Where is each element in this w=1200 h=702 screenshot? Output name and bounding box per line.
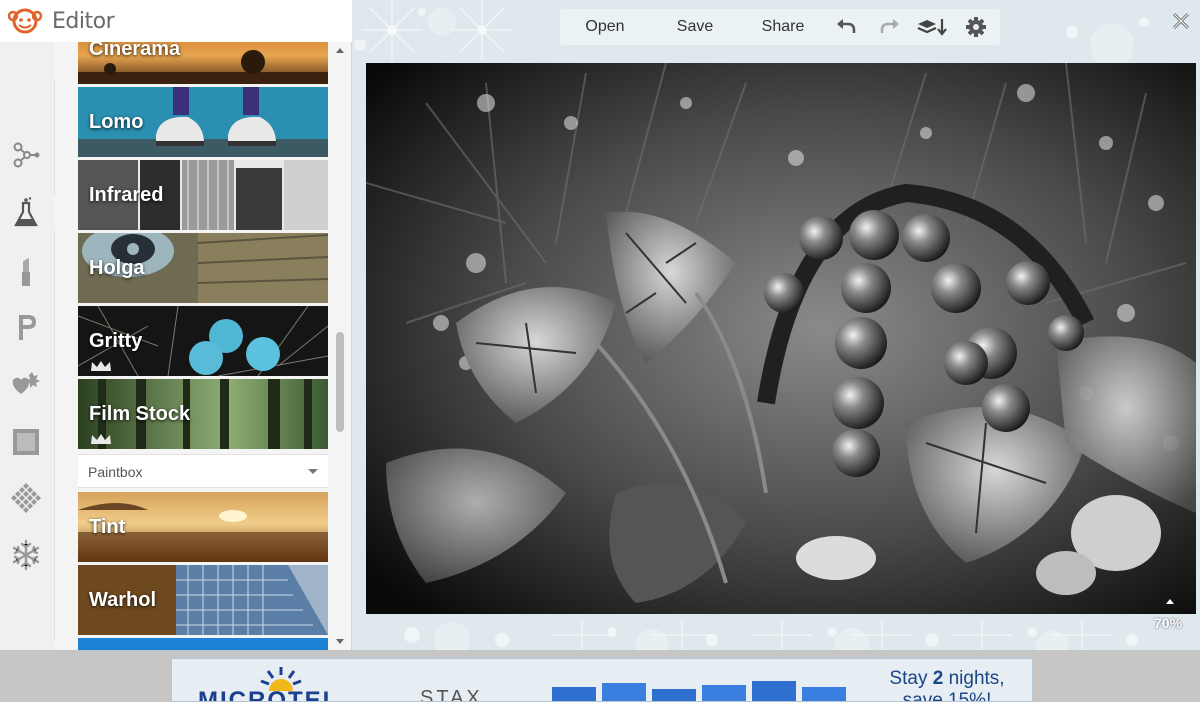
effects-scrollbar[interactable]: [333, 42, 347, 650]
effect-warhol[interactable]: Warhol: [78, 565, 328, 635]
tool-effects[interactable]: [6, 194, 46, 234]
effect-gritty[interactable]: Gritty: [78, 306, 328, 376]
effect-label: Tint: [89, 516, 126, 538]
effect-label: Gritty: [89, 330, 143, 352]
text-p-icon: [19, 315, 36, 340]
effect-thumbnail: [78, 638, 328, 650]
effect-cinerama[interactable]: Cinerama: [78, 42, 328, 84]
scroll-down-arrow-icon[interactable]: [336, 639, 344, 644]
section-header-paintbox[interactable]: Paintbox: [78, 454, 328, 488]
effects-list: Cinerama Lomo Infrared Holga Gritty Film…: [78, 42, 328, 650]
effect-infrared[interactable]: Infrared: [78, 160, 328, 230]
active-tool-pointer: [54, 195, 66, 231]
premium-crown-icon: [91, 434, 111, 444]
top-toolbar: Open Save Share: [560, 9, 1000, 45]
premium-crown-icon: [91, 361, 111, 371]
ad-bar: MICROTEL STAX Stay 2 nights, save 15%!: [0, 650, 1200, 702]
tool-stickers[interactable]: [6, 364, 46, 404]
ad-offer-post: nights,: [943, 668, 1005, 689]
close-icon[interactable]: [1170, 10, 1192, 32]
effect-next-partial[interactable]: [78, 638, 328, 650]
ad-offer: Stay 2 nights, save 15%!: [877, 668, 1017, 702]
undo-icon[interactable]: [834, 15, 858, 39]
tool-text[interactable]: [6, 307, 46, 347]
tool-textures[interactable]: [6, 478, 46, 518]
effect-film-stock[interactable]: Film Stock: [78, 379, 328, 449]
zoom-up-arrow-icon[interactable]: [1166, 599, 1174, 604]
effect-label: Holga: [89, 257, 145, 279]
flask-icon: [14, 197, 38, 227]
logo-bar: Editor: [0, 0, 352, 42]
effect-label: Film Stock: [89, 403, 191, 425]
tool-frames[interactable]: [6, 422, 46, 462]
tool-basic-edits[interactable]: [6, 135, 46, 175]
open-button[interactable]: Open: [574, 9, 636, 45]
ad-stay-text: STAX: [420, 687, 483, 702]
zoom-level[interactable]: 70%: [1154, 615, 1182, 631]
effect-label: Warhol: [89, 589, 157, 611]
tool-seasonal[interactable]: [6, 535, 46, 575]
app-title: Editor: [52, 9, 115, 34]
layers-flatten-icon[interactable]: [916, 15, 948, 39]
tool-touch-up[interactable]: [6, 252, 46, 292]
tool-rail: [0, 42, 54, 650]
share-button[interactable]: Share: [750, 9, 816, 45]
ad-offer-line2: save 15%!: [902, 690, 992, 702]
gear-icon[interactable]: [964, 15, 988, 39]
chevron-down-icon: [308, 469, 318, 474]
effect-label: Lomo: [89, 111, 144, 133]
scroll-thumb[interactable]: [336, 332, 344, 432]
ad-offer-pre: Stay: [889, 668, 933, 689]
save-button[interactable]: Save: [664, 9, 726, 45]
connect-nodes-icon: [13, 142, 40, 168]
workspace: Open Save Share 70%: [352, 0, 1200, 650]
effect-label: Cinerama: [89, 42, 181, 60]
monkey-logo-icon: [7, 8, 43, 34]
left-panel: Editor Cinerama Lomo Infrared Holga Grit…: [0, 0, 352, 650]
heart-sticker-icon: [12, 372, 40, 394]
effect-lomo[interactable]: Lomo: [78, 87, 328, 157]
photo-canvas[interactable]: [366, 63, 1196, 614]
snowflake-icon: [12, 539, 40, 571]
ad-banner[interactable]: MICROTEL STAX Stay 2 nights, save 15%!: [171, 658, 1033, 702]
lipstick-icon: [22, 258, 30, 286]
scroll-up-arrow-icon[interactable]: [336, 48, 344, 53]
effect-tint[interactable]: Tint: [78, 492, 328, 562]
ad-letter-blocks: [552, 681, 846, 701]
effect-holga[interactable]: Holga: [78, 233, 328, 303]
texture-icon: [11, 483, 41, 513]
section-label: Paintbox: [88, 464, 143, 480]
effect-label: Infrared: [89, 184, 164, 206]
rail-divider: [54, 80, 55, 640]
edited-photo: [366, 63, 1196, 614]
ad-brand: MICROTEL: [198, 687, 340, 702]
ad-offer-bold: 2: [932, 668, 944, 689]
frame-icon: [13, 429, 39, 455]
redo-icon[interactable]: [878, 15, 902, 39]
